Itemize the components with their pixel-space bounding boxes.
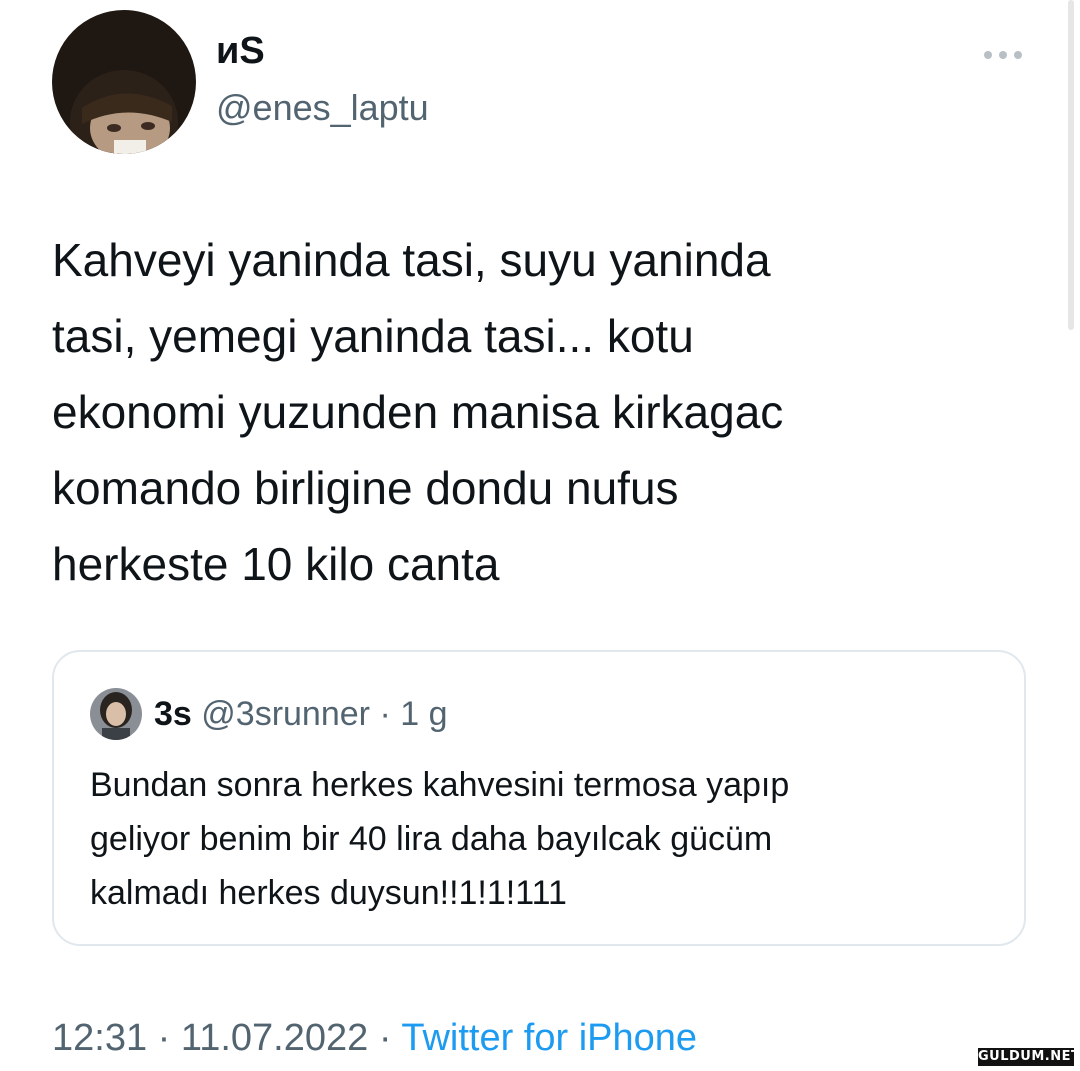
quoted-text-line: Bundan sonra herkes kahvesini termosa ya… — [90, 766, 790, 804]
quoted-author-name[interactable]: 3s — [154, 695, 192, 733]
tweet-text-line: komando birligine dondu nufus — [52, 462, 679, 514]
quoted-author-avatar-photo — [90, 688, 142, 740]
quoted-tweet-header: 3s @3srunner · 1 g — [154, 694, 448, 734]
tweet-time[interactable]: 12:31 — [52, 1017, 147, 1059]
quoted-tweet-text: Bundan sonra herkes kahvesini termosa ya… — [90, 758, 990, 920]
watermark-logo: GULDUM.NET — [978, 1048, 1080, 1066]
author-avatar[interactable] — [52, 10, 196, 154]
quoted-author-avatar[interactable] — [90, 688, 142, 740]
quoted-text-line: geliyor benim bir 40 lira daha bayılcak … — [90, 820, 773, 858]
tweet-meta: 12:31 · 11.07.2022 · Twitter for iPhone — [52, 1014, 697, 1062]
tweet-text: Kahveyi yaninda tasi, suyu yaninda tasi,… — [52, 222, 992, 602]
meta-separator: · — [378, 1017, 392, 1059]
tweet-text-line: Kahveyi yaninda tasi, suyu yaninda — [52, 234, 771, 286]
author-display-name[interactable]: ᴎS — [216, 32, 265, 70]
tweet-source-link[interactable]: Twitter for iPhone — [401, 1017, 697, 1059]
author-avatar-photo — [52, 10, 196, 154]
more-horizontal-icon — [984, 51, 1022, 59]
tweet-date[interactable]: 11.07.2022 — [181, 1017, 368, 1059]
scrollbar[interactable] — [1068, 0, 1074, 330]
tweet-text-line: ekonomi yuzunden manisa kirkagac — [52, 386, 784, 438]
more-options-button[interactable] — [978, 38, 1028, 72]
quoted-text-line: kalmadı herkes duysun!!1!1!111 — [90, 874, 567, 912]
meta-separator: · — [157, 1017, 171, 1059]
quoted-author-handle[interactable]: @3srunner — [201, 695, 370, 733]
quoted-separator: · — [379, 695, 391, 733]
tweet-text-line: herkeste 10 kilo canta — [52, 538, 500, 590]
quoted-tweet-card[interactable]: 3s @3srunner · 1 g Bundan sonra herkes k… — [52, 650, 1026, 946]
quoted-timestamp[interactable]: 1 g — [400, 695, 447, 733]
author-handle[interactable]: @enes_laptu — [216, 90, 429, 126]
tweet-text-line: tasi, yemegi yaninda tasi... kotu — [52, 310, 694, 362]
